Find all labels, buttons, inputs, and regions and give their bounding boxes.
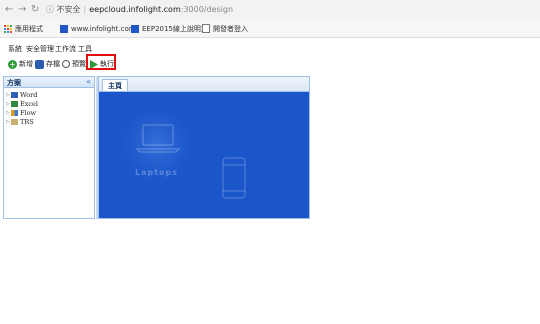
bookmark-eep2015[interactable]: EEP2015線上說明文: [131, 23, 208, 34]
bookmark-label: 應用程式: [15, 24, 43, 33]
magnifier-icon: [62, 60, 70, 68]
tree-item-trs[interactable]: ▷ TRS: [6, 117, 38, 126]
save-icon: [35, 59, 44, 69]
tree-item-label: Word: [20, 90, 38, 99]
solution-tree: ▷ Word ▷ Excel ▷ Flow ▷ TRS: [6, 90, 38, 126]
site-icon: [60, 24, 68, 33]
excel-icon: [11, 100, 18, 107]
new-button-label: 新增: [19, 60, 33, 68]
browser-address-bar: ← → ↻ ⓘ 不安全 | eepcloud.infolight.com:3000/…: [0, 0, 540, 21]
toolbar: + 新增 存檔 預覽 執行: [0, 56, 310, 72]
site-icon: [131, 24, 139, 33]
menu-item-workflow[interactable]: 工作流: [55, 44, 76, 54]
tree-item-label: Flow: [20, 108, 37, 117]
device-illustration: [109, 96, 246, 199]
solution-panel-header: 方案 «: [4, 77, 94, 88]
menu-item-system[interactable]: 系統: [8, 44, 22, 54]
trs-icon: [11, 118, 18, 125]
flow-icon: [11, 109, 18, 116]
menu-bar: 系統 安全管理 工作流 工具: [0, 42, 540, 54]
bookmark-apps[interactable]: 應用程式: [4, 23, 43, 34]
bookmark-label: 開發者登入: [213, 24, 248, 33]
tree-item-word[interactable]: ▷ Word: [6, 90, 38, 99]
tree-item-flow[interactable]: ▷ Flow: [6, 108, 38, 117]
collapse-icon[interactable]: «: [86, 77, 91, 86]
home-canvas: Laptops: [99, 92, 309, 218]
reload-icon[interactable]: ↻: [31, 4, 39, 15]
tab-bar: 主頁: [99, 77, 309, 92]
url-security-label: 不安全: [56, 5, 81, 14]
apps-icon: [4, 24, 12, 33]
save-button-label: 存檔: [46, 60, 60, 68]
bookmark-infolight[interactable]: www.infolight.com: [60, 23, 136, 34]
tree-item-excel[interactable]: ▷ Excel: [6, 99, 38, 108]
bookmark-label: EEP2015線上說明文: [142, 24, 208, 33]
forward-icon[interactable]: →: [18, 4, 26, 15]
solution-panel-title: 方案: [7, 79, 21, 87]
bookmark-developer-login[interactable]: 開發者登入: [202, 23, 248, 34]
add-icon: +: [8, 59, 17, 69]
menu-item-tools[interactable]: 工具: [78, 44, 92, 54]
preview-button[interactable]: 預覽: [62, 58, 86, 70]
url-field[interactable]: ⓘ 不安全 | eepcloud.infolight.com:3000/design: [46, 3, 346, 16]
main-panel: 主頁 Laptops: [98, 76, 310, 219]
bookmarks-bar: 應用程式 www.infolight.com EEP2015線上說明文 開發者登…: [0, 20, 540, 38]
run-button-highlight: [86, 54, 116, 70]
save-button[interactable]: 存檔: [35, 58, 60, 70]
info-icon[interactable]: ⓘ: [46, 5, 54, 14]
back-icon[interactable]: ←: [5, 4, 13, 15]
bookmark-label: www.infolight.com: [71, 24, 136, 33]
tree-item-label: TRS: [20, 117, 34, 126]
tab-home[interactable]: 主頁: [102, 79, 128, 91]
laptops-watermark: Laptops: [135, 168, 179, 177]
phone-icon: [222, 157, 246, 199]
solution-panel: 方案 « ▷ Word ▷ Excel ▷ Flow ▷ TRS: [3, 76, 95, 219]
tree-item-label: Excel: [20, 99, 38, 108]
preview-button-label: 預覽: [72, 60, 86, 68]
new-button[interactable]: + 新增: [8, 58, 33, 70]
word-icon: [11, 91, 18, 98]
page-icon: [202, 24, 210, 33]
url-host: eepcloud.infolight.com: [89, 5, 181, 14]
url-path: :3000/design: [180, 5, 234, 14]
menu-item-security[interactable]: 安全管理: [26, 44, 54, 54]
